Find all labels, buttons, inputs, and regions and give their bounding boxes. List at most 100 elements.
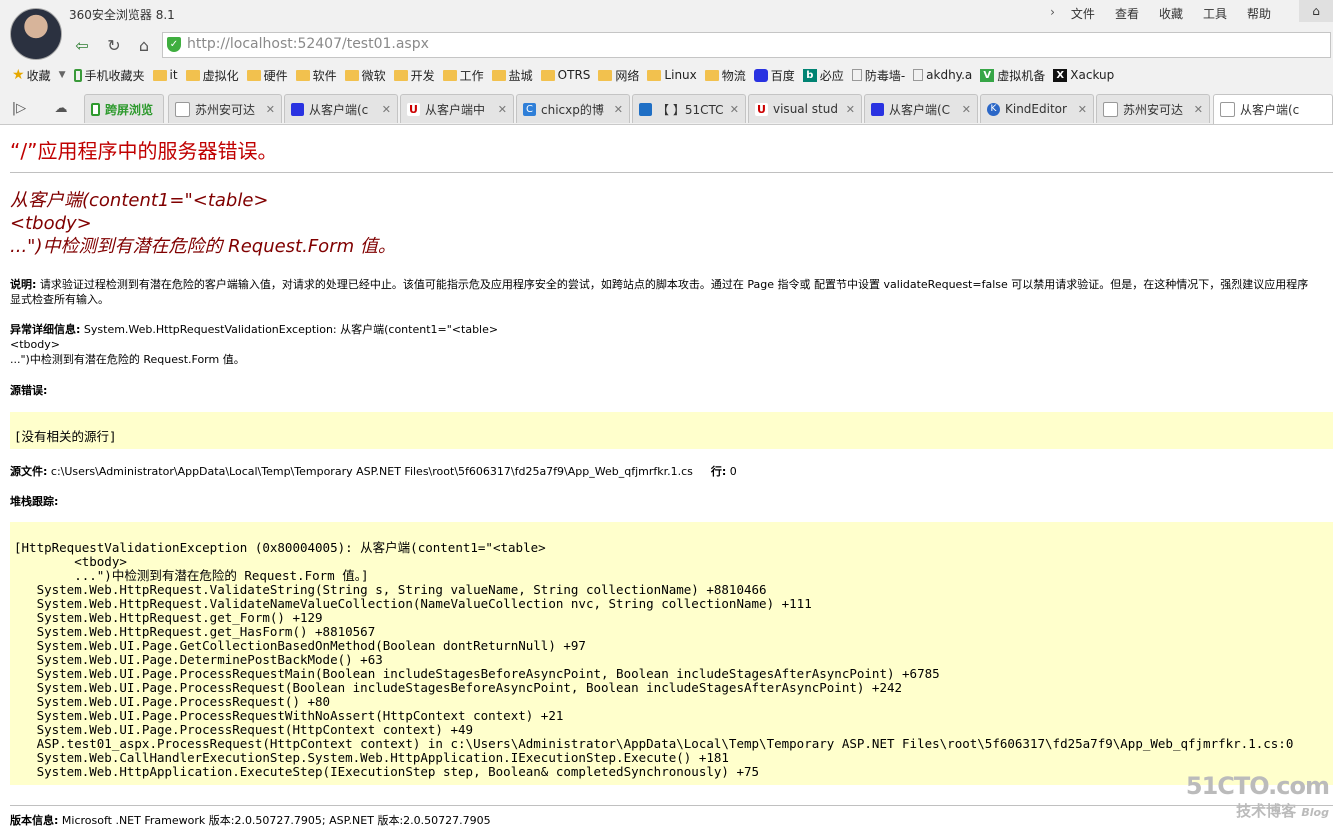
refresh-button[interactable]: ↻ xyxy=(102,34,126,56)
home-icon xyxy=(639,102,652,116)
tab-9[interactable]: 苏州安可达 ✕ xyxy=(1096,94,1210,123)
close-icon[interactable]: ✕ xyxy=(846,103,855,116)
browser-chrome: 360安全浏览器 8.1 › 文件 查看 收藏 工具 帮助 ⌂ ⇦ ↻ ⌂ ✓ … xyxy=(0,0,1333,125)
tab-5[interactable]: 【 】51CTC ✕ xyxy=(632,94,746,123)
tab-7[interactable]: 从客户端(C ✕ xyxy=(864,94,978,123)
k-icon: K xyxy=(987,102,1000,116)
user-avatar[interactable] xyxy=(10,8,62,60)
line-label: 行: xyxy=(710,465,727,478)
menu-bar: › 文件 查看 收藏 工具 帮助 xyxy=(1044,5,1281,22)
close-icon[interactable]: ✕ xyxy=(382,103,391,116)
menu-favorites[interactable]: 收藏 xyxy=(1149,5,1193,22)
folder-icon xyxy=(491,69,506,81)
source-error-label: 源错误: xyxy=(10,384,48,397)
version-label: 版本信息: xyxy=(10,814,59,827)
menu-view[interactable]: 查看 xyxy=(1105,5,1149,22)
folder-icon xyxy=(344,69,359,81)
source-file: 源文件: c:\Users\Administrator\AppData\Loca… xyxy=(10,464,737,479)
bookmark-akdhy[interactable]: akdhy.a xyxy=(913,68,972,82)
footer-divider xyxy=(10,805,1333,806)
close-icon[interactable]: ✕ xyxy=(498,103,507,116)
bookmark-label: 网络 xyxy=(615,68,640,83)
dropdown-arrow-icon[interactable]: ▼ xyxy=(59,70,66,80)
tab-2[interactable]: 从客户端(c ✕ xyxy=(284,94,398,123)
bookmark-folder-it[interactable]: it xyxy=(152,68,178,82)
bookmark-folder-yancheng[interactable]: 盐城 xyxy=(491,67,533,84)
bookmark-xackup[interactable]: X Xackup xyxy=(1053,68,1114,82)
bookmark-label: 收藏 xyxy=(26,68,51,83)
tab-label: 从客户端(c xyxy=(309,102,369,117)
menu-file[interactable]: 文件 xyxy=(1061,5,1105,22)
bookmark-bing[interactable]: b 必应 xyxy=(802,67,844,84)
bookmark-label: 硬件 xyxy=(263,68,288,83)
tab-1[interactable]: 苏州安可达 ✕ xyxy=(168,94,282,123)
exception-label: 异常详细信息: xyxy=(10,323,81,336)
url-text[interactable]: http://localhost:52407/test01.aspx xyxy=(187,36,429,52)
close-icon[interactable]: ✕ xyxy=(962,103,971,116)
page-icon xyxy=(1103,101,1118,117)
bookmark-label: 防毒墙- xyxy=(864,68,906,83)
pin-icon[interactable]: ⌂ xyxy=(1299,0,1333,22)
watermark-sub-text: 技术博客 xyxy=(1236,802,1297,820)
bookmark-folder-work[interactable]: 工作 xyxy=(442,67,484,84)
bookmark-folder-otrs[interactable]: OTRS xyxy=(540,68,590,82)
stack-trace-code: [HttpRequestValidationException (0x80004… xyxy=(14,541,1294,779)
close-icon[interactable]: ✕ xyxy=(730,103,739,116)
security-shield-icon: ✓ xyxy=(167,37,181,52)
bookmark-folder-network[interactable]: 网络 xyxy=(598,67,639,84)
bookmark-folder-hardware[interactable]: 硬件 xyxy=(246,67,288,84)
close-icon[interactable]: ✕ xyxy=(1078,103,1087,116)
page-content: “/”应用程序中的服务器错误。 从客户端(content1="<table> <… xyxy=(0,125,1333,831)
tab-4[interactable]: Cchicxp的博 ✕ xyxy=(516,94,630,123)
tab-cross-screen[interactable]: 跨屏浏览 xyxy=(84,94,164,123)
bookmark-label: 微软 xyxy=(361,68,386,83)
bookmark-label: 百度 xyxy=(770,68,795,83)
close-icon[interactable]: ✕ xyxy=(266,103,275,116)
folder-icon xyxy=(647,69,662,81)
bookmark-label: Xackup xyxy=(1070,68,1115,82)
bookmark-folder-logistics[interactable]: 物流 xyxy=(704,67,746,84)
back-button[interactable]: ⇦ xyxy=(70,34,94,56)
url-host: http://localhost xyxy=(187,36,293,52)
baidu-icon xyxy=(871,102,884,116)
chevron-right-icon[interactable]: › xyxy=(1044,5,1061,22)
bookmark-vm-backup[interactable]: V 虚拟机备 xyxy=(980,67,1045,84)
star-icon: ★ xyxy=(12,67,25,83)
home-button[interactable]: ⌂ xyxy=(132,34,156,56)
bookmark-folder-linux[interactable]: Linux xyxy=(647,68,697,82)
bookmark-firewall[interactable]: 防毒墙- xyxy=(851,67,906,84)
sidebar-toggle-icon[interactable]: |▷ xyxy=(8,96,30,120)
tab-6[interactable]: Uvisual stud ✕ xyxy=(748,94,862,123)
description-label: 说明: xyxy=(10,278,37,291)
menu-tools[interactable]: 工具 xyxy=(1193,5,1237,22)
bookmark-label: 工作 xyxy=(459,68,484,83)
url-rest: :52407/test01.aspx xyxy=(292,36,429,52)
bookmark-mobile[interactable]: 手机收藏夹 xyxy=(73,67,145,84)
menu-help[interactable]: 帮助 xyxy=(1237,5,1281,22)
tab-8[interactable]: K KindEditor ✕ xyxy=(980,94,1094,123)
close-icon[interactable]: ✕ xyxy=(614,103,623,116)
tab-label: 跨屏浏览 xyxy=(105,102,154,117)
bookmark-favorites[interactable]: ★ 收藏 ▼ xyxy=(12,67,66,84)
version-text: Microsoft .NET Framework 版本:2.0.50727.79… xyxy=(58,814,491,827)
bookmark-folder-microsoft[interactable]: 微软 xyxy=(344,67,386,84)
bookmark-baidu[interactable]: 百度 xyxy=(753,67,795,84)
tab-active[interactable]: 从客户端(c xyxy=(1213,94,1333,124)
bookmark-label: it xyxy=(169,68,178,82)
tab-3[interactable]: U 从客户端中 ✕ xyxy=(400,94,514,123)
bookmark-folder-software[interactable]: 软件 xyxy=(295,67,337,84)
u-icon: U xyxy=(407,102,420,116)
bookmark-folder-virtualization[interactable]: 虚拟化 xyxy=(185,67,239,84)
cloud-icon[interactable]: ☁ xyxy=(50,96,72,120)
bookmark-folder-dev[interactable]: 开发 xyxy=(393,67,435,84)
x-icon: X xyxy=(1053,68,1068,82)
address-bar[interactable]: ✓ http://localhost:52407/test01.aspx xyxy=(162,32,1331,58)
phone-icon xyxy=(91,102,100,116)
bookmarks-bar: ★ 收藏 ▼ 手机收藏夹 it 虚拟化 硬件 软件 微软 开发 工作 盐城 OTRS… xyxy=(0,63,1333,87)
u-icon: U xyxy=(755,102,768,116)
tab-label: chicxp的博 xyxy=(541,102,604,117)
bookmark-label: 盐城 xyxy=(508,68,533,83)
divider xyxy=(10,172,1333,173)
close-icon[interactable]: ✕ xyxy=(1194,103,1203,116)
folder-icon xyxy=(246,69,261,81)
